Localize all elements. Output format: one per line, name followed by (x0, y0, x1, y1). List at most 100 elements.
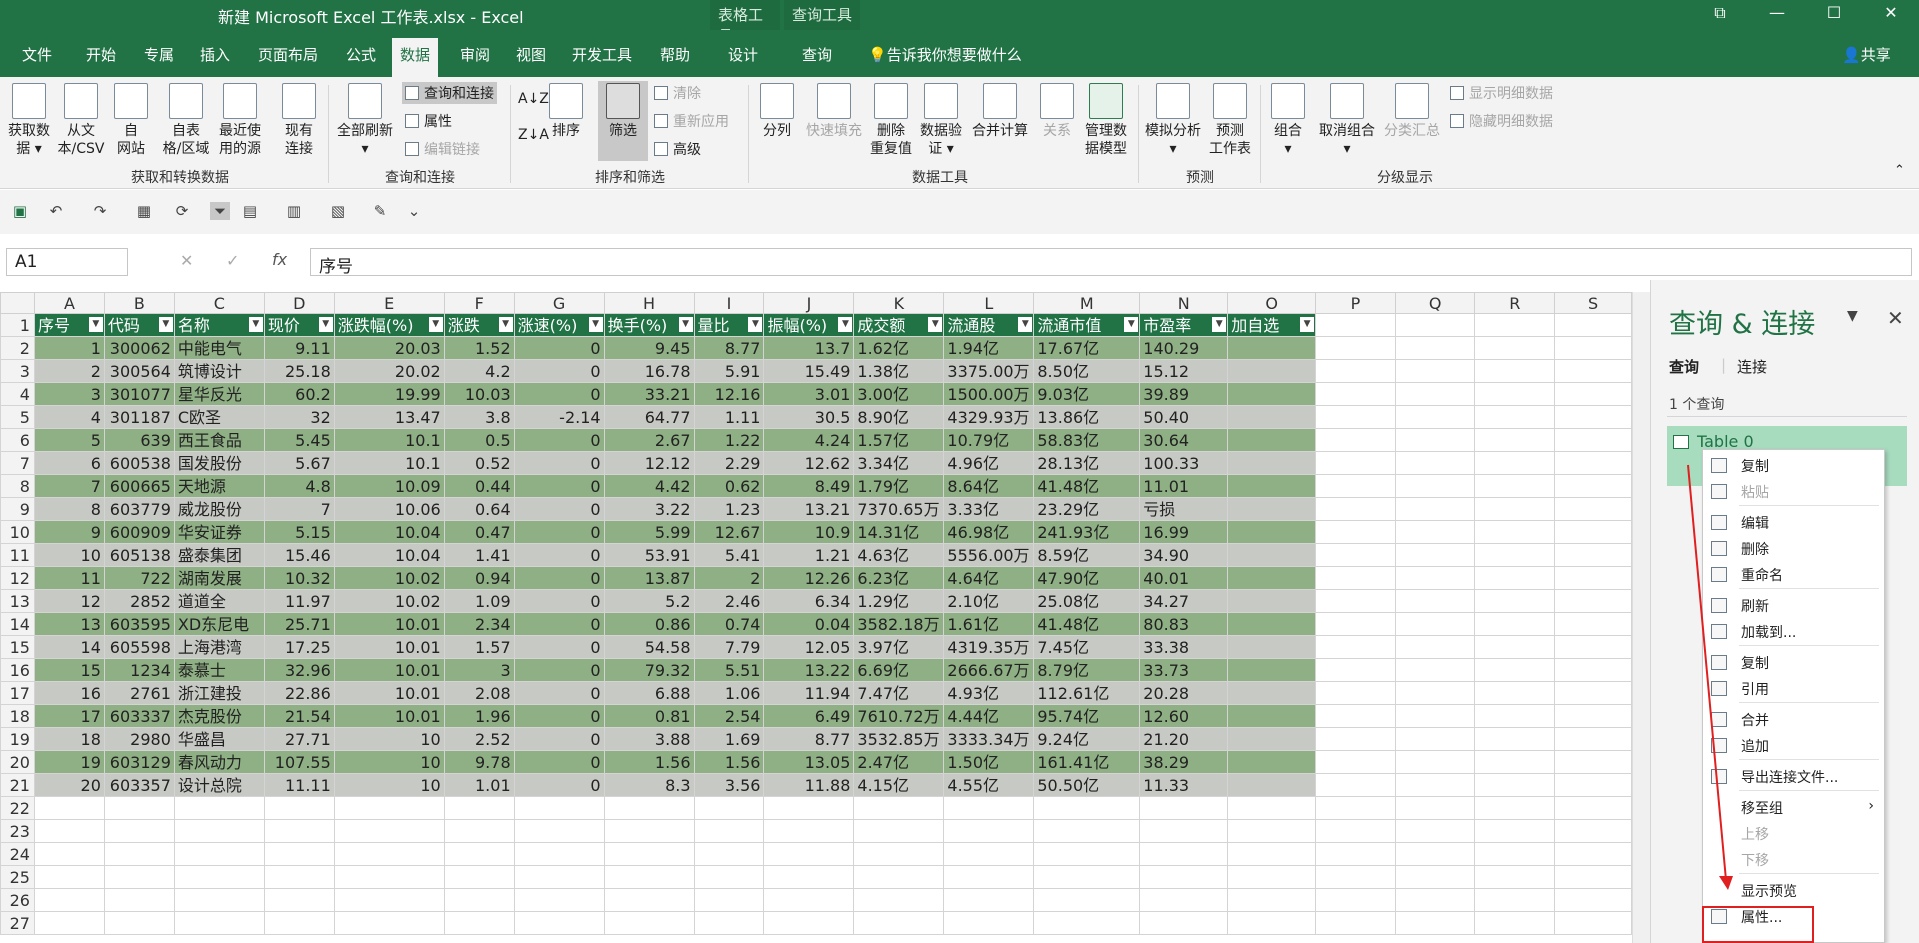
table-cell[interactable]: 603129 (103, 750, 175, 774)
row-header[interactable]: 12 (0, 566, 35, 590)
table-cell[interactable]: 8.77 (693, 336, 765, 360)
grid-cell[interactable] (1554, 566, 1632, 590)
grid-cell[interactable] (1554, 612, 1632, 636)
grid-cell[interactable] (1474, 865, 1556, 889)
filter-dropdown-icon[interactable]: ▼ (88, 317, 103, 332)
grid-cell[interactable] (1554, 888, 1632, 912)
redo-icon[interactable]: ↷ (90, 202, 110, 220)
text-to-columns-button[interactable]: 分列 (754, 83, 800, 140)
grid-cell[interactable] (1315, 589, 1396, 613)
grid-cell[interactable] (1474, 313, 1556, 337)
table-cell[interactable]: 2852 (103, 589, 175, 613)
table-cell[interactable]: 0 (513, 474, 605, 498)
edit-links-button[interactable]: 编辑链接 (405, 139, 480, 159)
table-cell[interactable]: 12.62 (763, 451, 855, 475)
grid-cell[interactable] (1227, 865, 1317, 889)
grid-cell[interactable] (1394, 313, 1476, 337)
table-cell[interactable]: 112.61亿 (1033, 681, 1141, 705)
grid-cell[interactable] (1315, 359, 1396, 383)
table-cell[interactable]: 1500.00万 (943, 382, 1035, 406)
table-cell[interactable]: 0 (513, 704, 605, 728)
table-cell[interactable]: 3333.34万 (943, 727, 1035, 751)
grid-cell[interactable] (33, 865, 105, 889)
row-header[interactable]: 20 (0, 750, 35, 774)
grid-cell[interactable] (1394, 819, 1476, 843)
grid-cell[interactable] (603, 819, 695, 843)
table-cell[interactable]: 11.01 (1139, 474, 1229, 498)
table-cell[interactable]: 300062 (103, 336, 175, 360)
table-cell[interactable]: 2.34 (443, 612, 515, 636)
table-cell[interactable]: 中能电气 (173, 336, 265, 360)
table-cell[interactable]: 8 (33, 497, 105, 521)
table-cell[interactable]: 0 (513, 451, 605, 475)
close-icon[interactable]: ✕ (1871, 3, 1911, 22)
grid-cell[interactable] (1554, 382, 1632, 406)
grid-cell[interactable] (1554, 704, 1632, 728)
grid-cell[interactable] (173, 865, 265, 889)
tab-formulas[interactable]: 公式 (346, 44, 376, 65)
enter-icon[interactable]: ✓ (226, 251, 239, 270)
grid-cell[interactable] (443, 796, 515, 820)
row-header[interactable]: 8 (0, 474, 35, 498)
table-cell[interactable]: 3.34亿 (853, 451, 945, 475)
table-cell[interactable]: 47.90亿 (1033, 566, 1141, 590)
qat-properties-icon[interactable]: ▥ (284, 202, 304, 220)
grid-cell[interactable] (1394, 589, 1476, 613)
column-header[interactable]: D (263, 292, 335, 314)
column-header[interactable]: B (103, 292, 175, 314)
grid-cell[interactable] (693, 819, 765, 843)
grid-cell[interactable] (943, 865, 1035, 889)
table-cell[interactable]: 95.74亿 (1033, 704, 1141, 728)
table-cell[interactable]: 星华反光 (173, 382, 265, 406)
grid-cell[interactable] (1227, 819, 1317, 843)
table-cell[interactable]: 13.7 (763, 336, 855, 360)
grid-cell[interactable] (1554, 658, 1632, 682)
qat-macro-icon[interactable]: ✎ (370, 202, 390, 220)
table-cell[interactable]: 25.18 (263, 359, 335, 383)
grid-cell[interactable] (693, 888, 765, 912)
table-cell[interactable]: 0 (513, 635, 605, 659)
grid-cell[interactable] (693, 865, 765, 889)
table-cell[interactable]: 20.03 (333, 336, 445, 360)
save-icon[interactable]: ▣ (10, 202, 30, 220)
remove-duplicates-button[interactable]: 删除 重复值 (866, 83, 916, 158)
table-cell[interactable] (1227, 336, 1317, 360)
table-cell[interactable]: 0 (513, 727, 605, 751)
table-cell[interactable] (1227, 750, 1317, 774)
table-header-cell[interactable]: 成交额 ▼ (853, 313, 945, 337)
grid-cell[interactable] (1554, 589, 1632, 613)
table-cell[interactable]: 1.79亿 (853, 474, 945, 498)
grid-cell[interactable] (693, 911, 765, 935)
grid-cell[interactable] (1315, 336, 1396, 360)
table-cell[interactable]: 100.33 (1139, 451, 1229, 475)
table-cell[interactable]: 8.79亿 (1033, 658, 1141, 682)
grid-cell[interactable] (1474, 658, 1556, 682)
filter-dropdown-icon[interactable]: ▼ (838, 317, 853, 332)
table-cell[interactable]: 0.47 (443, 520, 515, 544)
table-cell[interactable]: 2666.67万 (943, 658, 1035, 682)
collapse-ribbon-icon[interactable]: ⌃ (1894, 163, 1905, 178)
grid-cell[interactable] (443, 865, 515, 889)
menu-item[interactable]: 追加 (1703, 733, 1884, 759)
table-cell[interactable]: 7370.65万 (853, 497, 945, 521)
filter-dropdown-icon[interactable]: ▼ (498, 317, 513, 332)
grid-cell[interactable] (763, 819, 855, 843)
table-cell[interactable]: 3.88 (603, 727, 695, 751)
row-header[interactable]: 19 (0, 727, 35, 751)
grid-cell[interactable] (1474, 497, 1556, 521)
grid-cell[interactable] (763, 888, 855, 912)
table-cell[interactable]: 10.1 (333, 428, 445, 452)
table-cell[interactable]: 10.04 (333, 520, 445, 544)
tab-view[interactable]: 视图 (516, 44, 546, 65)
grid-cell[interactable] (943, 796, 1035, 820)
table-cell[interactable]: 0 (513, 589, 605, 613)
table-cell[interactable]: 8.49 (763, 474, 855, 498)
grid-cell[interactable] (1554, 773, 1632, 797)
table-cell[interactable]: 21.20 (1139, 727, 1229, 751)
table-cell[interactable]: 2.10亿 (943, 589, 1035, 613)
table-cell[interactable]: 2.52 (443, 727, 515, 751)
table-cell[interactable]: 上海港湾 (173, 635, 265, 659)
grid-cell[interactable] (1474, 428, 1556, 452)
table-cell[interactable]: 605138 (103, 543, 175, 567)
table-cell[interactable]: 威龙股份 (173, 497, 265, 521)
